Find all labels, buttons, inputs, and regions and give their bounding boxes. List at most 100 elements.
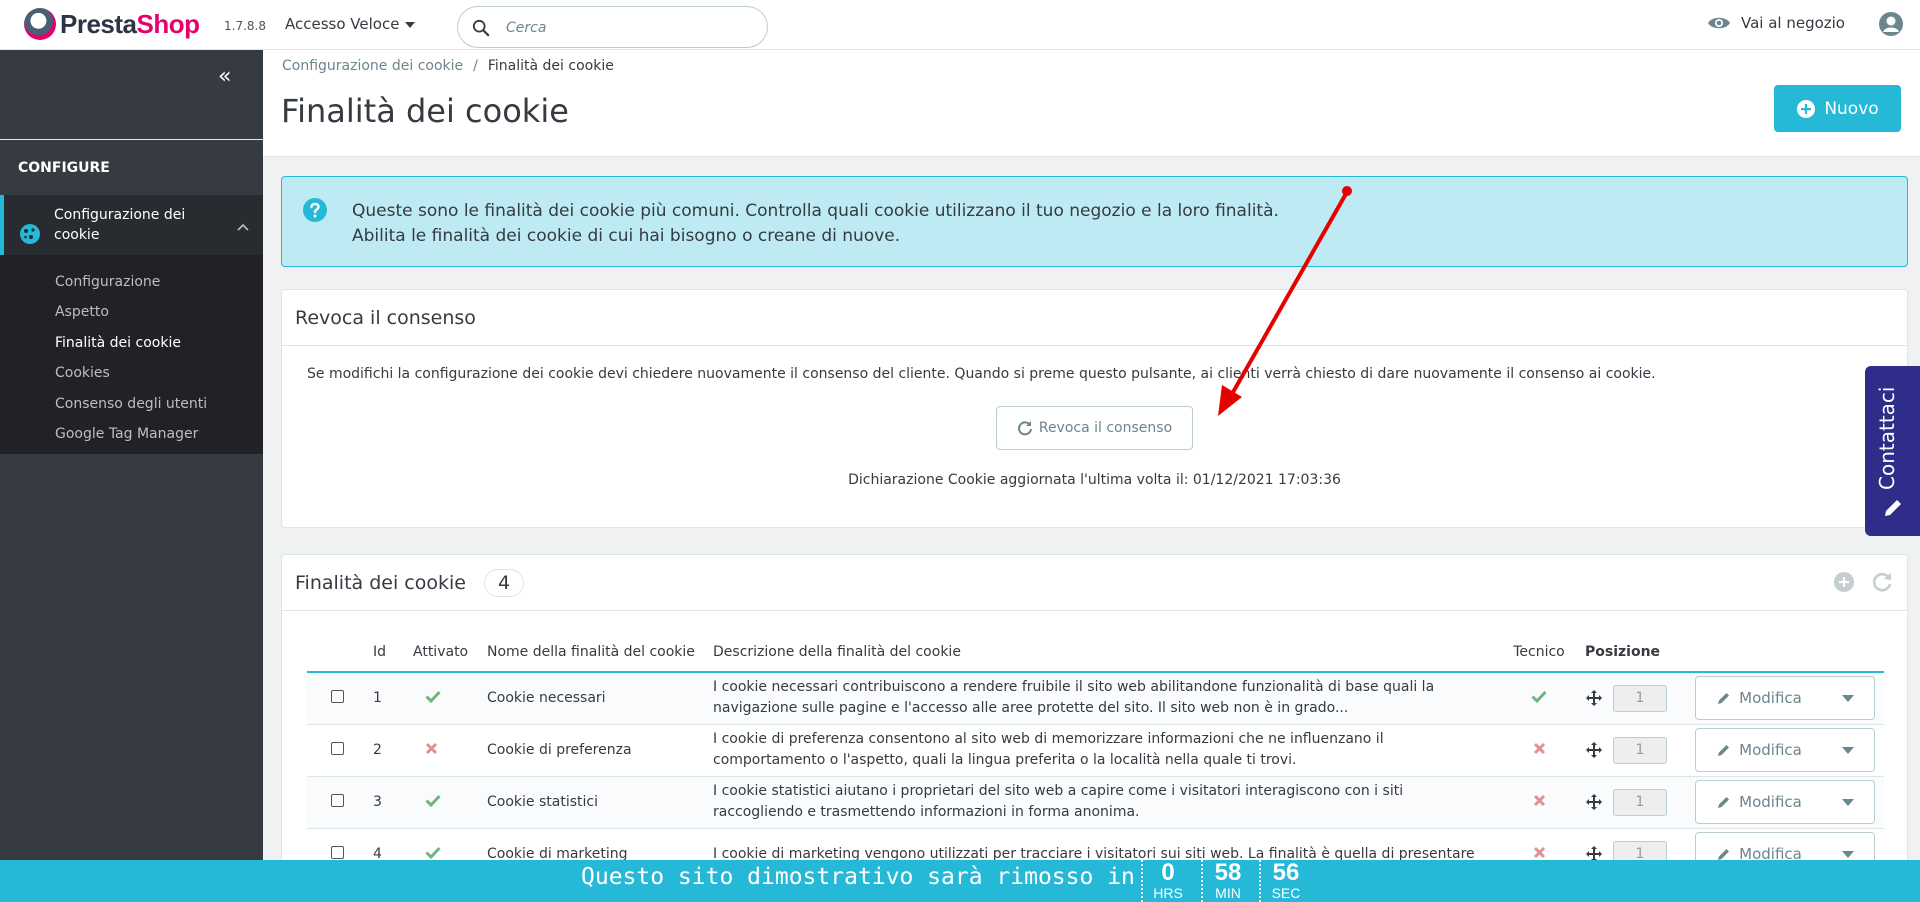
row-description: I cookie statistici aiutano i proprietar…	[707, 776, 1499, 829]
pencil-icon	[1718, 796, 1730, 808]
table-row[interactable]: 2 Cookie di preferenza I cookie di prefere…	[307, 724, 1884, 777]
row-checkbox[interactable]	[331, 689, 344, 703]
position-input[interactable]	[1613, 736, 1667, 764]
breadcrumb-current: Finalità dei cookie	[487, 58, 614, 74]
sidebar-section-title: CONFIGURE	[18, 160, 110, 176]
check-icon	[425, 846, 441, 859]
edit-button[interactable]: Modifica	[1696, 677, 1822, 719]
panel-actions	[1833, 571, 1893, 593]
row-position-cell	[1579, 724, 1689, 777]
new-button[interactable]: Nuovo	[1774, 85, 1901, 132]
row-enabled-toggle[interactable]	[407, 776, 481, 829]
active-indicator	[0, 195, 4, 255]
search-box[interactable]	[457, 6, 768, 48]
caret-down-icon	[1842, 694, 1854, 702]
sidebar-active-module: Configurazione dei cookie	[0, 195, 263, 454]
row-name: Cookie statistici	[481, 776, 707, 829]
row-position-cell	[1579, 672, 1689, 725]
row-description: I cookie di preferenza consentono al sit…	[707, 724, 1499, 777]
panel-title: Finalità dei cookie	[295, 572, 466, 594]
row-enabled-toggle[interactable]	[407, 672, 481, 725]
row-select-cell	[307, 776, 367, 829]
sidebar-sub-item-cookies[interactable]: Cookies	[55, 365, 110, 381]
col-name[interactable]: Nome della finalità del cookie	[481, 632, 707, 673]
row-id: 3	[367, 776, 407, 829]
row-name: Cookie necessari	[481, 672, 707, 725]
check-icon	[1531, 690, 1547, 703]
cross-icon	[1533, 794, 1545, 806]
edit-dropdown-toggle[interactable]	[1822, 677, 1874, 719]
pencil-icon	[1718, 744, 1730, 756]
sidebar-item-cookie-config[interactable]: Configurazione dei cookie	[0, 195, 263, 255]
col-id[interactable]: Id	[367, 632, 407, 673]
search-input[interactable]	[506, 16, 746, 40]
drag-move-icon[interactable]	[1585, 793, 1603, 811]
plus-circle-icon	[1797, 99, 1816, 118]
panel-title: Revoca il consenso	[295, 307, 476, 329]
position-input[interactable]	[1613, 684, 1667, 712]
add-new-icon[interactable]	[1833, 571, 1855, 593]
countdown-minutes: 58 MIN	[1201, 860, 1253, 902]
collapse-sidebar-icon[interactable]: «	[218, 64, 231, 89]
check-icon	[425, 690, 441, 703]
row-select-cell	[307, 672, 367, 725]
edit-button-group: Modifica	[1695, 780, 1875, 824]
logo-text: PrestaShop	[60, 8, 200, 39]
col-technical[interactable]: Tecnico	[1499, 632, 1579, 673]
sidebar-sub-item-consenso[interactable]: Consenso degli utenti	[55, 396, 207, 412]
row-checkbox[interactable]	[331, 793, 344, 807]
position-input[interactable]	[1613, 788, 1667, 816]
sidebar-sub-item-finalita[interactable]: Finalità dei cookie	[55, 335, 181, 351]
revoke-description: Se modifichi la configurazione dei cooki…	[307, 366, 1656, 382]
edit-dropdown-toggle[interactable]	[1822, 729, 1874, 771]
col-enabled[interactable]: Attivato	[407, 632, 481, 673]
row-enabled-toggle[interactable]	[407, 724, 481, 777]
sidebar-sub-item-gtm[interactable]: Google Tag Manager	[55, 426, 198, 442]
cookie-purposes-table: Id Attivato Nome della finalità del cook…	[307, 632, 1884, 881]
row-checkbox[interactable]	[331, 845, 344, 859]
table-row[interactable]: 3 Cookie statistici I cookie statistici ai…	[307, 776, 1884, 829]
cookie-declaration-date: Dichiarazione Cookie aggiornata l'ultima…	[848, 472, 1341, 488]
caret-down-icon	[405, 21, 416, 28]
quick-access-dropdown[interactable]: Accesso Veloce	[285, 15, 416, 33]
panel-header: Revoca il consenso	[282, 290, 1907, 346]
edit-button-group: Modifica	[1695, 676, 1875, 721]
info-alert: Queste sono le finalità dei cookie più c…	[281, 176, 1908, 267]
sidebar-sub-item-aspetto[interactable]: Aspetto	[55, 304, 109, 320]
countdown-seconds: 56 SEC	[1259, 860, 1311, 902]
drag-move-icon[interactable]	[1585, 689, 1603, 707]
cross-icon	[425, 742, 438, 754]
version-label: 1.7.8.8	[224, 19, 266, 33]
pencil-icon	[1718, 692, 1730, 704]
refresh-list-icon[interactable]	[1871, 571, 1893, 593]
col-position[interactable]: Posizione	[1579, 632, 1689, 673]
panel-header: Finalità dei cookie 4	[282, 555, 1907, 611]
sidebar-sub-item-configurazione[interactable]: Configurazione	[55, 274, 160, 290]
breadcrumb-parent[interactable]: Configurazione dei cookie	[282, 58, 463, 74]
row-name: Cookie di preferenza	[481, 724, 707, 777]
col-description[interactable]: Descrizione della finalità del cookie	[707, 632, 1499, 673]
row-description: I cookie necessari contribuiscono a rend…	[707, 672, 1499, 725]
row-actions: Modifica	[1689, 724, 1884, 777]
drag-move-icon[interactable]	[1585, 741, 1603, 759]
user-avatar-icon[interactable]	[1878, 11, 1904, 37]
page-header-divider	[263, 156, 1920, 157]
sidebar-divider	[0, 139, 263, 140]
edit-dropdown-toggle[interactable]	[1822, 781, 1874, 823]
revoke-consent-button[interactable]: Revoca il consenso	[996, 406, 1193, 450]
edit-button[interactable]: Modifica	[1696, 781, 1822, 823]
row-id: 1	[367, 672, 407, 725]
col-select	[307, 632, 367, 673]
row-checkbox[interactable]	[331, 741, 344, 755]
prestashop-logo[interactable]: PrestaShop	[24, 8, 200, 40]
eye-icon	[1707, 17, 1730, 29]
contact-tab[interactable]: Contattaci	[1865, 366, 1920, 536]
breadcrumb: Configurazione dei cookie / Finalità dei c…	[282, 58, 614, 74]
edit-button[interactable]: Modifica	[1696, 729, 1822, 771]
view-shop-link[interactable]: Vai al negozio	[1707, 14, 1845, 32]
caret-down-icon	[1842, 850, 1854, 858]
row-actions: Modifica	[1689, 776, 1884, 829]
table-row[interactable]: 1 Cookie necessari I cookie necessari cont…	[307, 672, 1884, 725]
check-icon	[425, 794, 441, 807]
cookie-purposes-panel: Finalità dei cookie 4 Id Attivato Nome d…	[281, 554, 1908, 902]
